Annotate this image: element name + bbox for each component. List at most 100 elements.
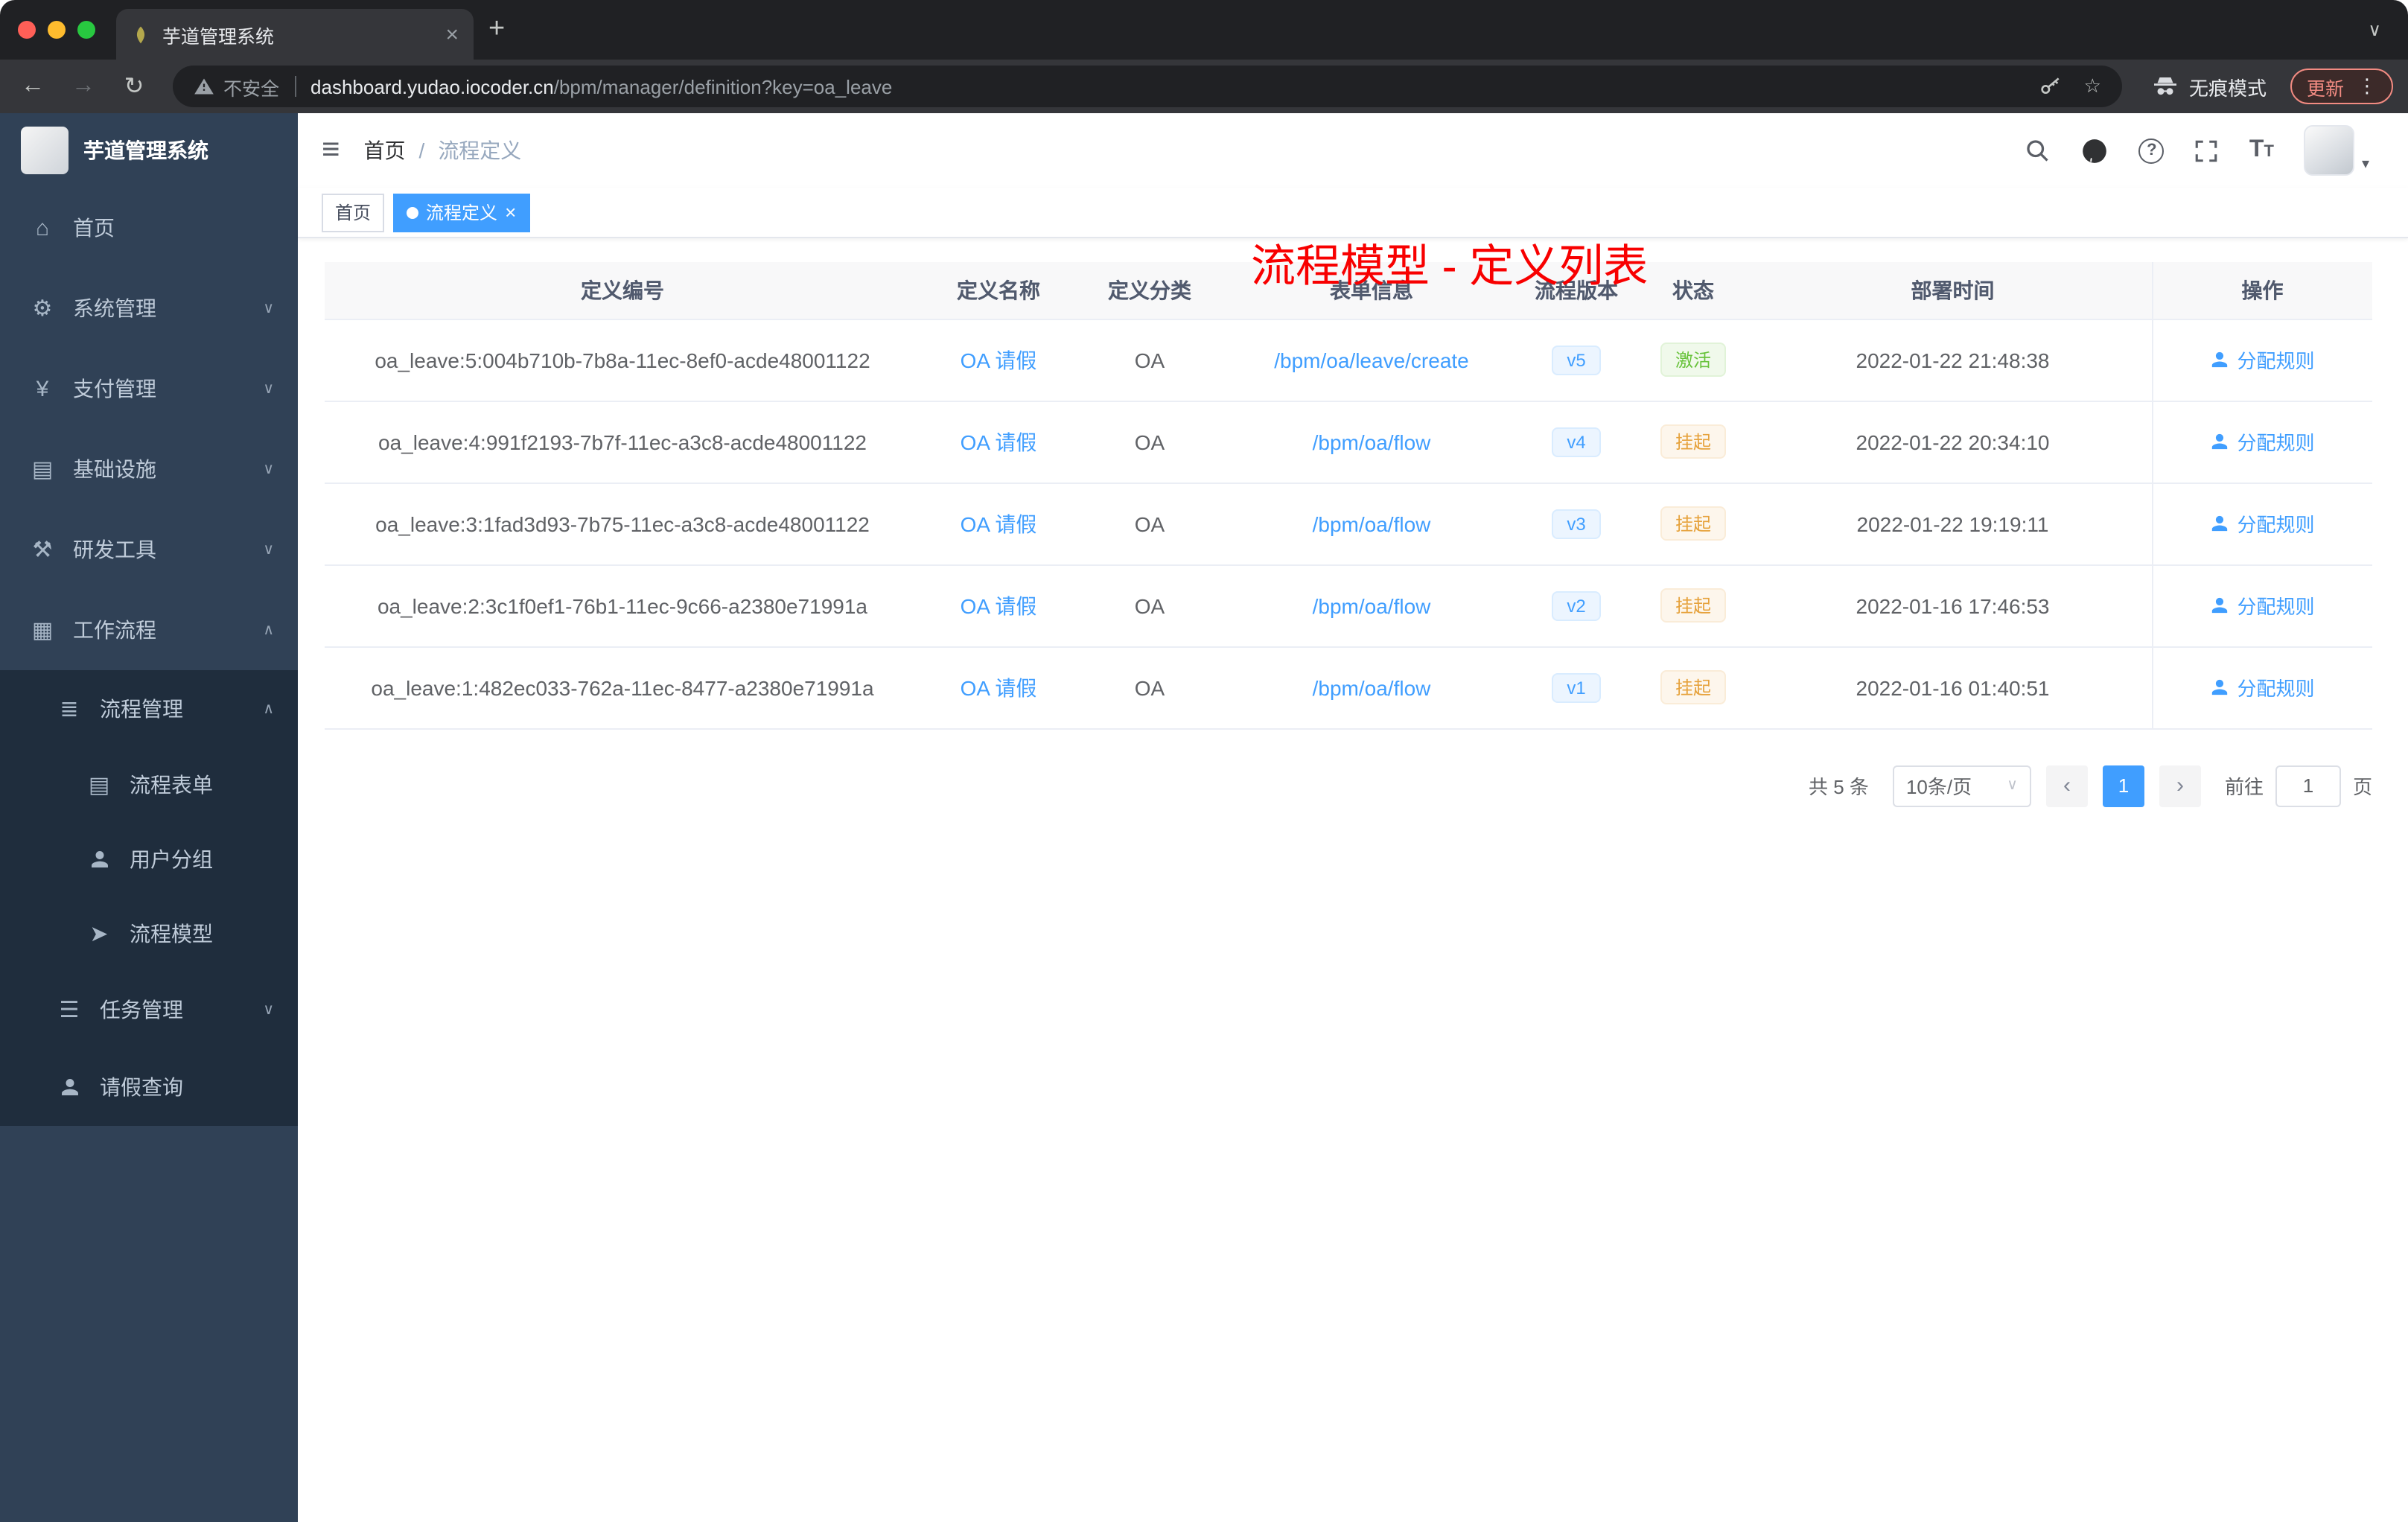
- next-page-button[interactable]: ›: [2159, 765, 2201, 806]
- browser-window: 芋道管理系统 × + ∨ ← → ↻ 不安全 dashboard.yudao.i…: [0, 0, 2408, 1522]
- back-button[interactable]: ←: [15, 73, 51, 100]
- avatar-image[interactable]: [2303, 125, 2354, 176]
- goto-page-input[interactable]: [2275, 765, 2341, 806]
- new-tab-button[interactable]: +: [488, 13, 505, 46]
- definition-id: oa_leave:4:991f2193-7b7f-11ec-a3c8-acde4…: [325, 401, 920, 483]
- update-chip[interactable]: 更新 ⋮: [2290, 69, 2393, 104]
- browser-tab[interactable]: 芋道管理系统 ×: [116, 9, 474, 60]
- page-number-button[interactable]: 1: [2102, 765, 2144, 806]
- reload-button[interactable]: ↻: [116, 71, 152, 101]
- home-icon: ⌂: [35, 215, 50, 241]
- page-size-select[interactable]: 10条/页 ∨: [1892, 765, 2031, 806]
- tag-label: 首页: [335, 203, 372, 223]
- person-icon: [2212, 597, 2228, 614]
- caret-down-icon[interactable]: ▾: [2362, 156, 2369, 173]
- not-secure-icon: [194, 76, 214, 97]
- sidebar-item-task-mgmt[interactable]: ☰ 任务管理 ∨: [0, 971, 298, 1048]
- definition-id: oa_leave:1:482ec033-762a-11ec-8477-a2380…: [325, 646, 920, 729]
- sidebar-item-workflow[interactable]: ▦ 工作流程 ∧: [0, 590, 298, 670]
- app-logo-row: 芋道管理系统: [0, 113, 298, 188]
- page-unit-label: 页: [2352, 776, 2372, 798]
- minimize-window-button[interactable]: [48, 21, 66, 39]
- definition-name-link[interactable]: OA 请假: [961, 512, 1037, 535]
- form-link[interactable]: /bpm/oa/leave/create: [1274, 348, 1469, 372]
- prev-page-button[interactable]: ‹: [2045, 765, 2088, 806]
- sidebar-item-label: 首页: [73, 216, 115, 240]
- search-icon[interactable]: [2025, 137, 2051, 164]
- definition-category: OA: [1077, 319, 1223, 401]
- version-badge: v4: [1552, 427, 1601, 456]
- form-icon: ▤: [88, 773, 110, 798]
- update-label[interactable]: 更新: [2307, 72, 2344, 101]
- sidebar-item-user-group[interactable]: 用户分组: [0, 822, 298, 897]
- sidebar-item-process-model[interactable]: ➤ 流程模型: [0, 897, 298, 971]
- definition-category: OA: [1077, 401, 1223, 483]
- sidebar-item-process-form[interactable]: ▤ 流程表单: [0, 748, 298, 822]
- bookmark-star-icon[interactable]: ☆: [2084, 74, 2101, 98]
- sidebar-item-label: 基础设施: [73, 457, 156, 481]
- incognito-badge: 无痕模式: [2152, 72, 2267, 101]
- definition-name-link[interactable]: OA 请假: [961, 348, 1037, 372]
- assign-rule-link[interactable]: 分配规则: [2210, 673, 2315, 701]
- sidebar-item-home[interactable]: ⌂ 首页: [0, 188, 298, 268]
- col-category: 定义分类: [1077, 262, 1223, 319]
- security-label[interactable]: 不安全: [223, 72, 279, 101]
- tag-home[interactable]: 首页: [322, 193, 385, 232]
- form-link[interactable]: /bpm/oa/flow: [1313, 430, 1431, 453]
- forward-button[interactable]: →: [66, 73, 101, 100]
- assign-rule-link[interactable]: 分配规则: [2210, 346, 2315, 374]
- github-icon[interactable]: [2081, 136, 2109, 165]
- definition-name-link[interactable]: OA 请假: [961, 430, 1037, 453]
- close-window-button[interactable]: [18, 21, 36, 39]
- definition-id: oa_leave:2:3c1f0ef1-76b1-11ec-9c66-a2380…: [325, 564, 920, 647]
- user-avatar[interactable]: ▾: [2303, 125, 2369, 176]
- person-icon: [2212, 351, 2228, 368]
- definition-name-link[interactable]: OA 请假: [961, 675, 1037, 699]
- sidebar-item-leave-query[interactable]: 请假查询: [0, 1048, 298, 1126]
- status-badge: 激活: [1660, 343, 1726, 377]
- chevron-down-icon: ∨: [2007, 777, 2018, 794]
- chevron-up-icon: ∧: [263, 622, 274, 638]
- definition-category: OA: [1077, 564, 1223, 647]
- fullscreen-icon[interactable]: [2194, 138, 2220, 163]
- status-badge: 挂起: [1660, 670, 1726, 704]
- sidebar-item-infra[interactable]: ▤ 基础设施 ∨: [0, 429, 298, 509]
- assign-rule-link[interactable]: 分配规则: [2210, 427, 2315, 456]
- font-size-icon[interactable]: TT: [2249, 137, 2274, 164]
- sidebar-collapse-icon[interactable]: ≡: [322, 133, 340, 168]
- tag-close-icon[interactable]: ×: [505, 201, 516, 223]
- help-icon[interactable]: ?: [2138, 138, 2165, 163]
- assign-rule-link[interactable]: 分配规则: [2210, 509, 2315, 538]
- sidebar-item-payment[interactable]: ¥ 支付管理 ∨: [0, 348, 298, 429]
- sidebar-item-label: 任务管理: [100, 998, 183, 1022]
- sidebar-item-devtools[interactable]: ⚒ 研发工具 ∨: [0, 509, 298, 590]
- definition-name-link[interactable]: OA 请假: [961, 593, 1037, 617]
- definition-id: oa_leave:3:1fad3d93-7b75-11ec-a3c8-acde4…: [325, 483, 920, 565]
- col-actions: 操作: [2151, 262, 2372, 319]
- sidebar-item-label: 用户分组: [130, 847, 213, 871]
- form-link[interactable]: /bpm/oa/flow: [1313, 675, 1431, 699]
- tag-process-definition[interactable]: 流程定义 ×: [393, 193, 530, 232]
- zoom-window-button[interactable]: [77, 21, 95, 39]
- sidebar-item-process-mgmt[interactable]: ≣ 流程管理 ∧: [0, 670, 298, 748]
- divider: [294, 76, 296, 97]
- status-badge: 挂起: [1660, 424, 1726, 459]
- version-badge: v3: [1552, 509, 1601, 538]
- sidebar-item-system[interactable]: ⚙ 系统管理 ∨: [0, 268, 298, 348]
- form-link[interactable]: /bpm/oa/flow: [1313, 593, 1431, 617]
- tab-close-icon[interactable]: ×: [445, 22, 459, 47]
- sidebar-item-label: 系统管理: [73, 296, 156, 320]
- breadcrumb-home[interactable]: 首页: [364, 136, 406, 165]
- address-bar[interactable]: 不安全 dashboard.yudao.iocoder.cn/bpm/manag…: [173, 66, 2122, 107]
- active-dot: [407, 206, 419, 218]
- browser-toolbar: ← → ↻ 不安全 dashboard.yudao.iocoder.cn/bpm…: [0, 60, 2408, 113]
- person-icon: [57, 1077, 82, 1098]
- deploy-time: 2022-01-22 21:48:38: [1754, 319, 2152, 401]
- assign-rule-link[interactable]: 分配规则: [2210, 591, 2315, 620]
- form-link[interactable]: /bpm/oa/flow: [1313, 512, 1431, 535]
- definition-category: OA: [1077, 483, 1223, 565]
- password-key-icon[interactable]: [2039, 74, 2063, 98]
- browser-menu-icon[interactable]: ⋮: [2357, 74, 2377, 98]
- tab-search-icon[interactable]: ∨: [2368, 19, 2381, 40]
- breadcrumb: 首页 / 流程定义: [364, 136, 522, 165]
